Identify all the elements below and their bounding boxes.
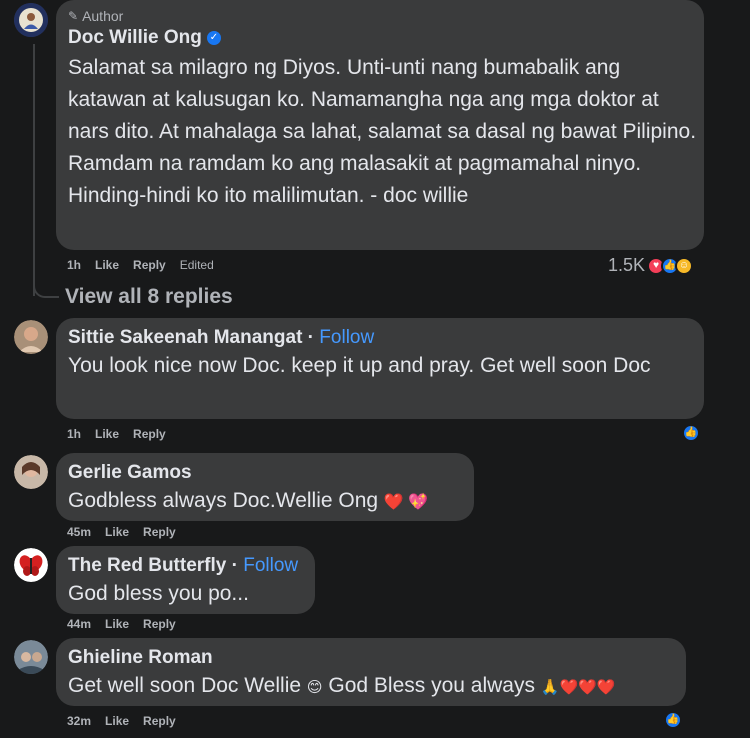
timestamp[interactable]: 1h xyxy=(67,258,81,272)
commenter-name: The Red Butterfly · Follow xyxy=(68,555,299,576)
comment-text: You look nice now Doc. keep it up and pr… xyxy=(68,354,651,377)
heart-emoji: ❤️ 💖 xyxy=(383,494,429,511)
like-reaction-icon[interactable]: 👍 xyxy=(664,711,682,729)
comment-bubble: Gerlie Gamos Godbless always Doc.Wellie … xyxy=(56,453,474,521)
smile-emoji: 😊 xyxy=(306,679,323,696)
care-reaction-icon: ☺ xyxy=(675,256,694,275)
pencil-icon: ✎ xyxy=(68,9,79,23)
like-button[interactable]: Like xyxy=(105,714,129,728)
comment-text: Salamat sa milagro ng Diyos. Unti-unti n… xyxy=(68,56,697,207)
comment-actions: 32m Like Reply xyxy=(67,714,176,728)
avatar[interactable] xyxy=(14,548,48,582)
reply-button[interactable]: Reply xyxy=(133,258,166,272)
follow-button[interactable]: Follow xyxy=(319,327,374,348)
like-button[interactable]: Like xyxy=(105,617,129,631)
avatar[interactable] xyxy=(14,3,48,37)
like-button[interactable]: Like xyxy=(95,258,119,272)
view-all-replies-link[interactable]: View all 8 replies xyxy=(65,285,233,309)
comment-text: God bless you po... xyxy=(68,582,249,605)
comment-bubble-author: ✎ Author Doc Willie Ong ✓ Salamat sa mil… xyxy=(56,0,704,250)
comment-actions: 44m Like Reply xyxy=(67,617,176,631)
comment-text: Get well soon Doc Wellie 😊 God Bless you… xyxy=(68,674,616,697)
comment-bubble: Ghieline Roman Get well soon Doc Wellie … xyxy=(56,638,686,706)
thread-line xyxy=(33,44,35,296)
author-badge: ✎ Author xyxy=(68,8,124,24)
reaction-count: 1.5K xyxy=(608,255,646,275)
comment-bubble: Sittie Sakeenah Manangat · Follow You lo… xyxy=(56,318,704,419)
timestamp[interactable]: 32m xyxy=(67,714,91,728)
comment-bubble: The Red Butterfly · Follow God bless you… xyxy=(56,546,315,614)
verified-badge-icon: ✓ xyxy=(206,31,221,45)
edited-label: Edited xyxy=(179,258,214,272)
commenter-name[interactable]: Gerlie Gamos xyxy=(68,461,462,485)
comment-actions: 1h Like Reply xyxy=(67,427,166,441)
commenter-name[interactable]: Doc Willie Ong ✓ xyxy=(68,26,692,50)
commenter-name[interactable]: Ghieline Roman xyxy=(68,646,674,670)
timestamp[interactable]: 45m xyxy=(67,525,91,539)
like-button[interactable]: Like xyxy=(105,525,129,539)
comment-text: Godbless always Doc.Wellie Ong ❤️ 💖 xyxy=(68,489,429,512)
follow-button[interactable]: Follow xyxy=(243,555,298,576)
comment-actions: 45m Like Reply xyxy=(67,525,176,539)
like-button[interactable]: Like xyxy=(95,427,119,441)
commenter-name: Sittie Sakeenah Manangat · Follow xyxy=(68,327,375,348)
reply-button[interactable]: Reply xyxy=(143,714,176,728)
comment-actions: 1h Like Reply Edited xyxy=(67,258,214,272)
avatar[interactable] xyxy=(14,455,48,489)
reply-button[interactable]: Reply xyxy=(133,427,166,441)
avatar[interactable] xyxy=(14,640,48,674)
reaction-summary[interactable]: 1.5K ♥ 👍 ☺ xyxy=(608,255,694,276)
pray-hearts-emoji: 🙏❤️❤️❤️ xyxy=(540,679,616,696)
reply-button[interactable]: Reply xyxy=(143,617,176,631)
thread-line-curve xyxy=(33,280,59,298)
avatar[interactable] xyxy=(14,320,48,354)
timestamp[interactable]: 1h xyxy=(67,427,81,441)
like-reaction-icon[interactable]: 👍 xyxy=(682,424,700,442)
timestamp[interactable]: 44m xyxy=(67,617,91,631)
reply-button[interactable]: Reply xyxy=(143,525,176,539)
